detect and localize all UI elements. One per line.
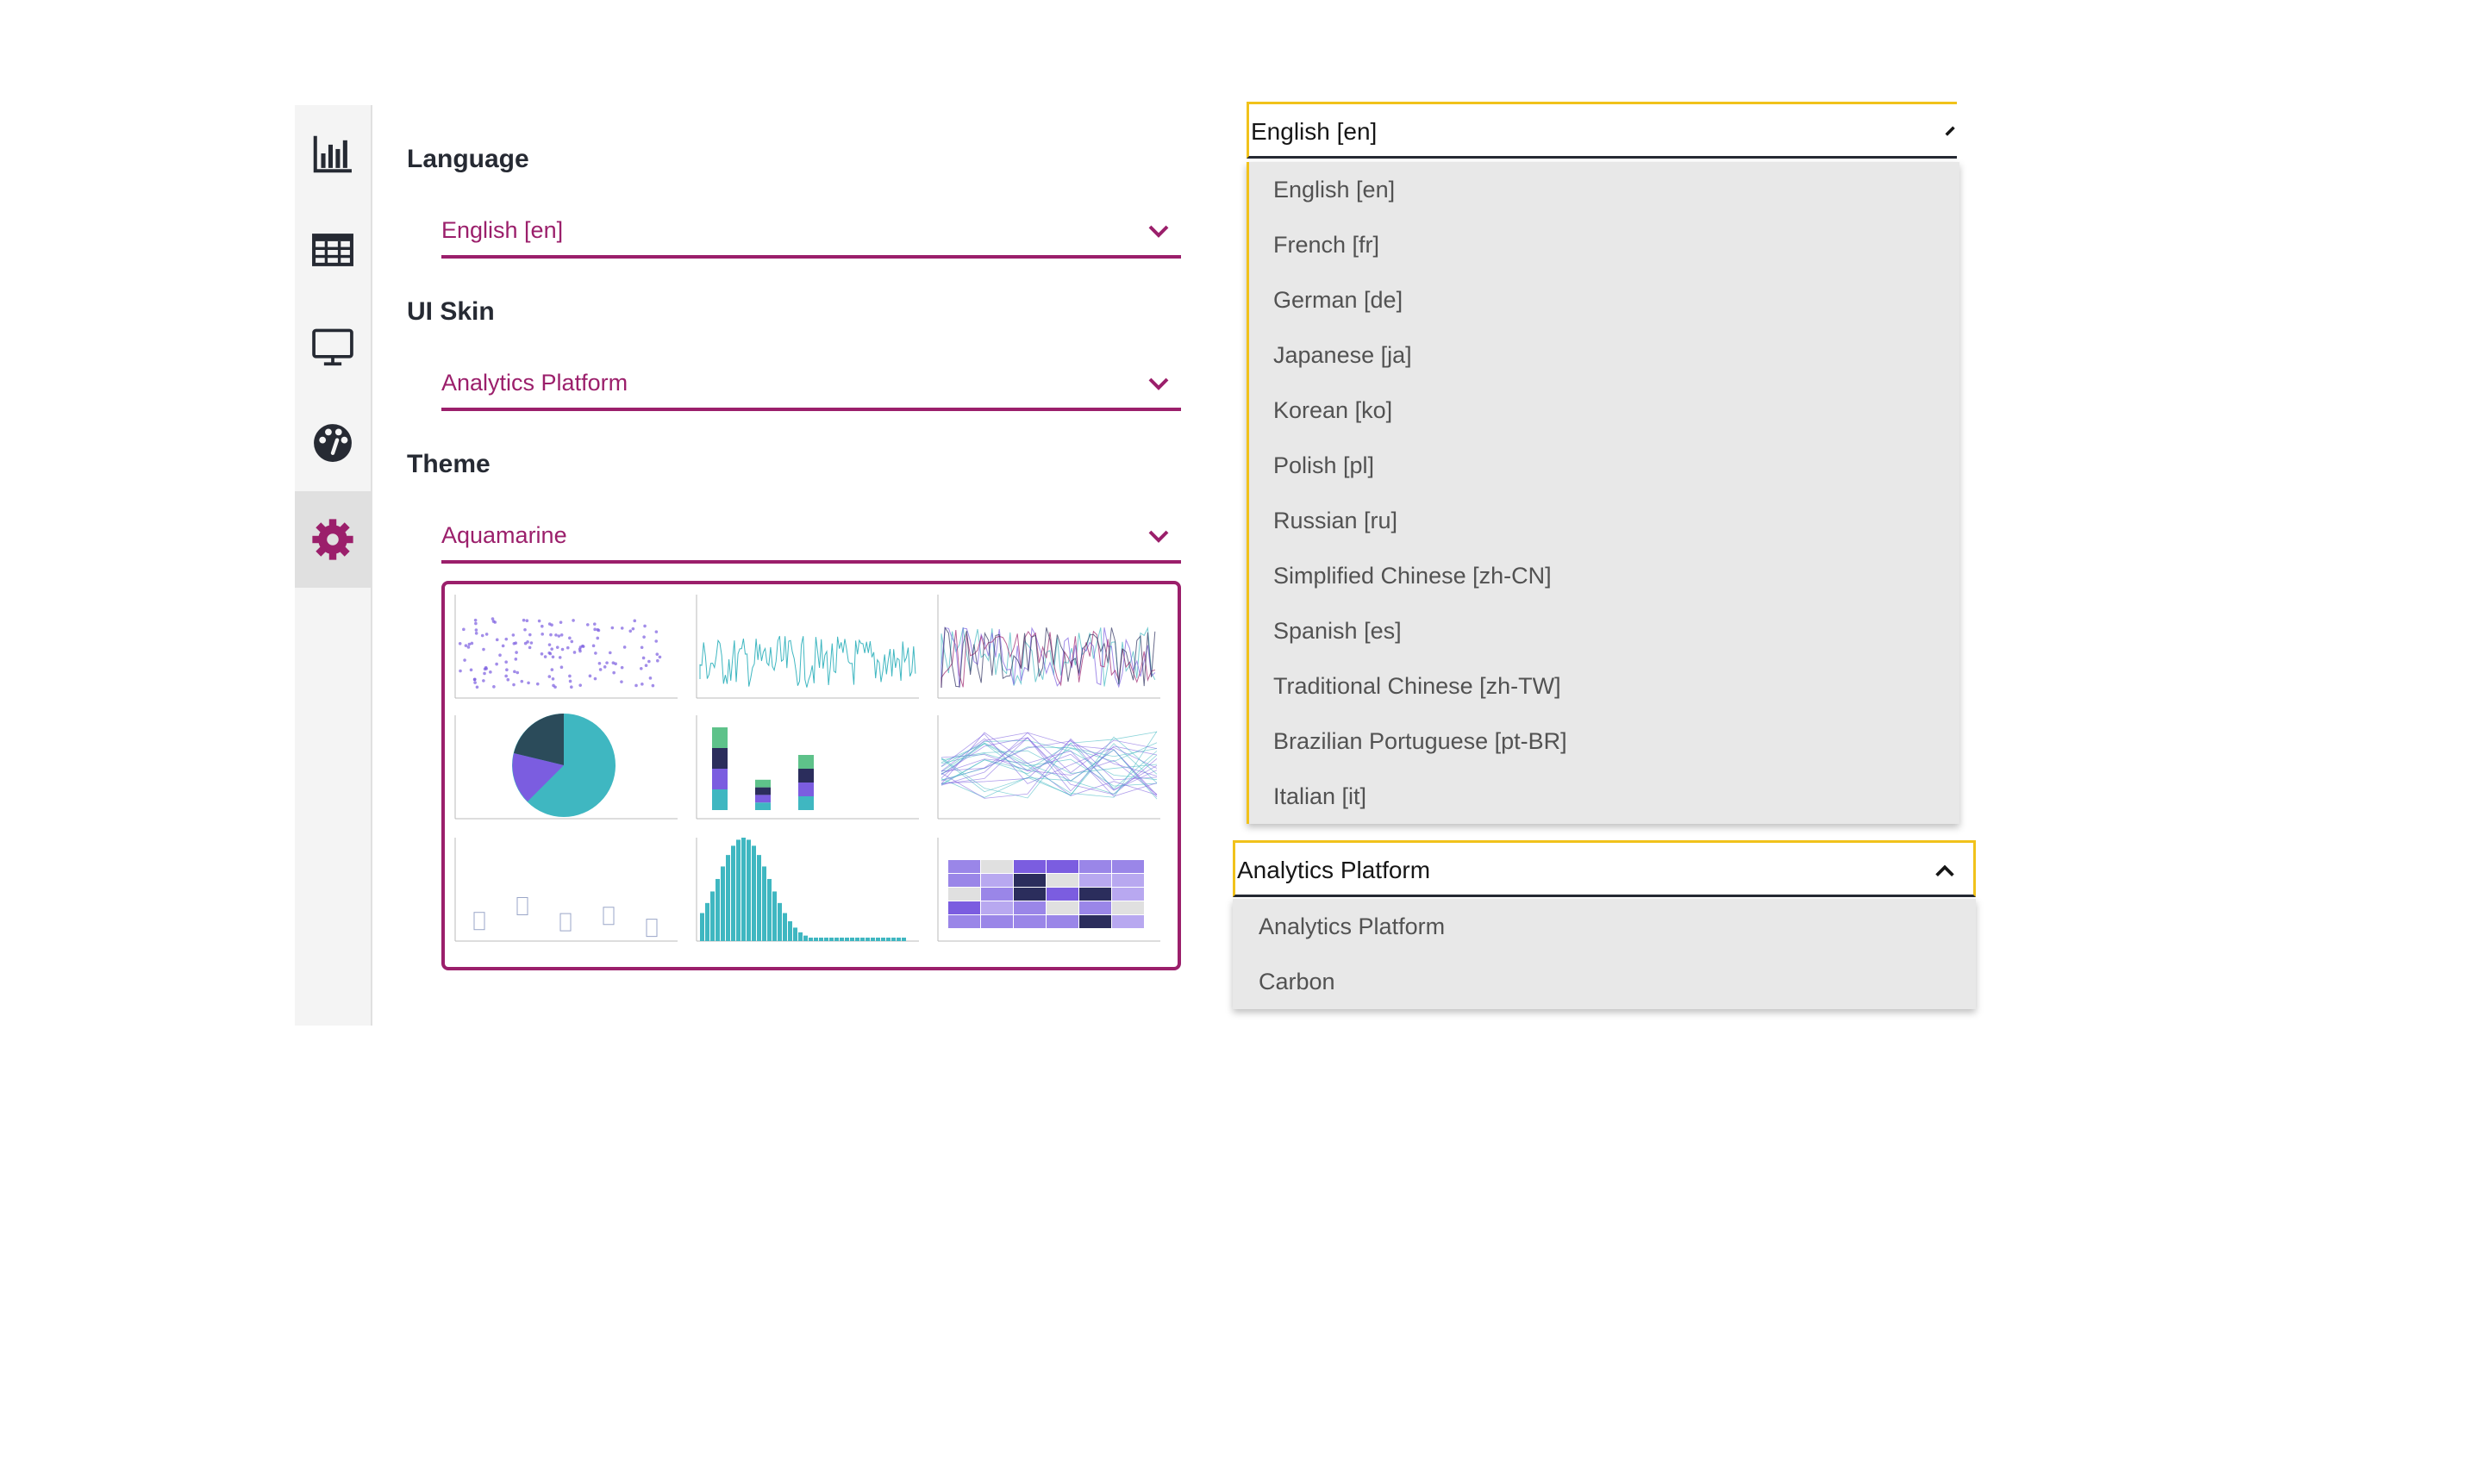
chevron-down-icon [1148,377,1169,390]
theme-label: Theme [407,450,491,478]
gear-icon [312,519,353,560]
language-dropdown-menu: English [en] French [fr] German [de] Japane… [1247,162,1959,824]
theme-select-value: Aquamarine [441,522,567,548]
monitor-icon [312,328,353,366]
table-icon [312,234,353,266]
language-option[interactable]: Brazilian Portuguese [pt-BR] [1249,714,1959,769]
language-option[interactable]: German [de] [1249,272,1959,327]
language-option[interactable]: Italian [it] [1249,769,1959,824]
chevron-down-icon [1148,225,1169,238]
language-option[interactable]: Korean [ko] [1249,383,1959,438]
language-select-value: English [en] [441,217,564,243]
sidebar-item-themes[interactable] [295,395,371,491]
chevron-up-icon [1945,126,1955,136]
language-label: Language [407,145,529,173]
language-select[interactable]: English [en] [441,210,1181,259]
language-option[interactable]: Simplified Chinese [zh-CN] [1249,548,1959,603]
language-option[interactable]: Japanese [ja] [1249,327,1959,383]
ui-skin-dropdown-field[interactable]: Analytics Platform [1233,840,1976,897]
language-option[interactable]: Spanish [es] [1249,603,1959,658]
ui-skin-option[interactable]: Analytics Platform [1233,899,1976,954]
language-option[interactable]: Traditional Chinese [zh-TW] [1249,658,1959,714]
sidebar-item-table[interactable] [295,202,371,298]
language-option[interactable]: English [en] [1249,162,1959,217]
ui-skin-option[interactable]: Carbon [1233,954,1976,1009]
language-option[interactable]: Russian [ru] [1249,493,1959,548]
language-dropdown-value: English [en] [1251,118,1378,145]
sidebar-item-settings[interactable] [295,491,371,588]
bar-chart-icon [313,135,352,173]
sidebar-item-charts[interactable] [295,105,371,202]
chevron-down-icon [1148,530,1169,543]
theme-preview [441,581,1181,970]
language-option[interactable]: Polish [pl] [1249,438,1959,493]
theme-preview-image [454,595,1160,942]
ui-skin-dropdown-menu: Analytics Platform Carbon [1233,899,1976,1009]
language-option[interactable]: French [fr] [1249,217,1959,272]
sidebar-item-display[interactable] [295,298,371,395]
theme-select[interactable]: Aquamarine [441,515,1181,564]
ui-skin-select[interactable]: Analytics Platform [441,363,1181,411]
ui-skin-select-value: Analytics Platform [441,370,628,396]
palette-icon [314,424,352,462]
language-dropdown-field[interactable]: English [en] [1247,102,1957,159]
ui-skin-dropdown-value: Analytics Platform [1237,857,1431,883]
sidebar [295,105,372,1026]
chevron-up-icon [1935,864,1954,877]
ui-skin-label: UI Skin [407,297,495,326]
